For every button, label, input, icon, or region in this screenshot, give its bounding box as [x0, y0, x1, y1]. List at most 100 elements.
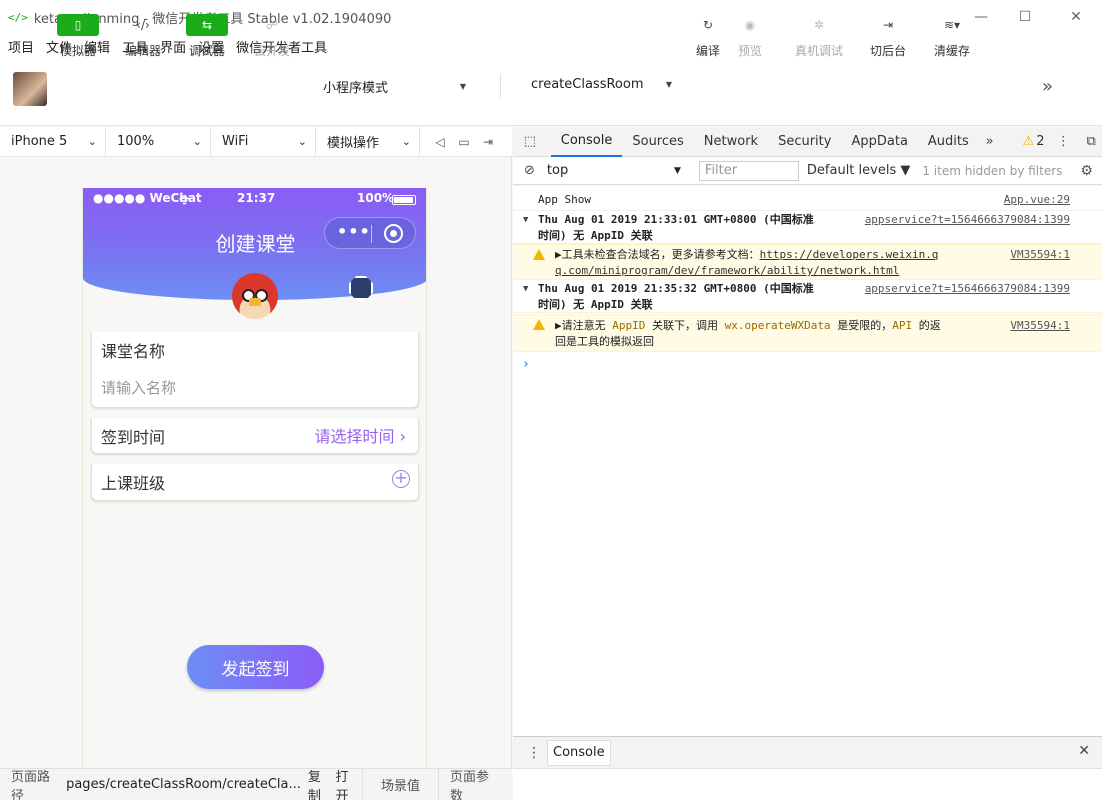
simulator-toggle-button[interactable]: ▯ 模拟器 — [48, 14, 108, 59]
background-label: 切后台 — [869, 44, 906, 58]
start-checkin-button[interactable]: 发起签到 — [187, 645, 324, 689]
operation-value: 模拟操作 — [327, 136, 380, 151]
caret-down-icon: ▼ — [673, 165, 681, 176]
checkin-time-value: 请选择时间 — [314, 427, 395, 446]
toolbar-divider — [500, 74, 501, 98]
warning-triangle-icon — [533, 319, 545, 330]
debugger-toggle-button[interactable]: ⇆ 调试器 — [177, 14, 237, 59]
app-logo-icon: </> — [8, 10, 28, 24]
warning-triangle-icon — [533, 249, 545, 260]
page-path-value: pages/createClassRoom/createCla... — [66, 777, 301, 792]
message-source-link[interactable]: appservice?t=1564666379084:1399 — [865, 281, 1070, 297]
close-drawer-icon[interactable]: ✕ — [1078, 743, 1090, 759]
zoom-select[interactable]: 100% ⌄ — [106, 126, 211, 157]
checkin-time-row[interactable]: 签到时间 请选择时间 › — [91, 418, 419, 454]
tab-console[interactable]: Console — [550, 127, 623, 157]
warning-text: ▶请注意无 AppID 关联下，调用 wx.operateWXData 是受限的… — [555, 318, 941, 350]
background-button[interactable]: ⇥ 切后台 — [858, 14, 918, 59]
console-group[interactable]: ▼ Thu Aug 01 2019 21:35:32 GMT+0800 (中国标… — [513, 281, 1102, 313]
expand-triangle-icon[interactable]: ▼ — [523, 215, 528, 225]
message-source-link[interactable]: VM35594:1 — [1010, 247, 1070, 263]
compile-target-value: createClassRoom — [531, 77, 644, 92]
message-text: App Show — [538, 193, 591, 206]
mode-select[interactable]: 小程序模式 ▼ — [323, 77, 466, 96]
log-levels-select[interactable]: Default levels ▼ — [807, 163, 910, 178]
tab-security[interactable]: Security — [768, 127, 841, 157]
class-name-input[interactable]: 请输入名称 — [101, 377, 176, 398]
close-target-icon[interactable] — [384, 224, 403, 243]
chevron-down-icon: ⌄ — [87, 135, 97, 148]
open-path-button[interactable]: 打开 — [335, 766, 356, 800]
clear-cache-button[interactable]: ≋▾ 清缓存 — [922, 14, 982, 59]
debugger-label: 调试器 — [188, 44, 225, 58]
message-source-link[interactable]: App.vue:29 — [1004, 192, 1070, 208]
operation-select[interactable]: 模拟操作 ⌄ — [316, 126, 420, 157]
swap-icon: ⇆ — [186, 14, 228, 36]
console-filter-input[interactable]: Filter — [698, 160, 799, 181]
compile-label: 编译 — [695, 44, 720, 58]
console-group[interactable]: ▼ Thu Aug 01 2019 21:33:01 GMT+0800 (中国标… — [513, 212, 1102, 244]
remote-debug-button[interactable]: ✲ 真机调试 — [789, 14, 849, 59]
warning-line2: 回是工具的模拟返回 — [555, 335, 654, 348]
clear-console-icon[interactable]: ⊘ — [524, 163, 535, 178]
undock-icon[interactable]: ⧉ — [1080, 127, 1102, 157]
docs-link-continued[interactable]: q.com/miniprogram/dev/framework/ability/… — [555, 264, 899, 277]
drawer-tab-console[interactable]: Console — [547, 739, 611, 766]
tab-audits[interactable]: Audits — [918, 127, 979, 157]
speaker-icon[interactable]: ◁ — [428, 127, 452, 157]
group-title: Thu Aug 01 2019 21:35:32 GMT+0800 (中国标准时… — [538, 281, 814, 313]
chevron-down-icon: ⌄ — [401, 135, 411, 148]
context-select[interactable]: top ▼ — [547, 161, 687, 181]
tab-network[interactable]: Network — [694, 127, 768, 157]
kebab-menu-icon[interactable]: ⋮ — [1052, 127, 1074, 157]
menu-project[interactable]: 项目 — [8, 37, 34, 56]
cloud-dev-button[interactable]: ☍ 云开发 — [242, 14, 302, 59]
scene-value-button[interactable]: 场景值 — [363, 768, 439, 800]
inspect-element-icon[interactable]: ⬚ — [519, 127, 541, 157]
tab-appdata[interactable]: AppData — [841, 127, 917, 157]
more-tabs-icon[interactable]: » — [979, 127, 1001, 157]
group-title-line1: Thu Aug 01 2019 21:35:32 GMT+0800 (中国标准 — [538, 282, 814, 295]
phone-screen: ●●●●● WeChat ᯤ 21:37 100% 创建课堂 ••• 课堂名称 … — [82, 188, 427, 768]
compile-target-select[interactable]: createClassRoom ▼ — [531, 77, 672, 92]
group-title-line1: Thu Aug 01 2019 21:33:01 GMT+0800 (中国标准 — [538, 213, 814, 226]
tab-sources[interactable]: Sources — [622, 127, 693, 157]
docs-link[interactable]: https://developers.weixin.q — [760, 248, 939, 261]
message-source-link[interactable]: appservice?t=1564666379084:1399 — [865, 212, 1070, 228]
warning-counter[interactable]: ⚠ 2 — [1023, 134, 1045, 149]
page-path-bar: 页面路径 pages/createClassRoom/createCla... … — [0, 768, 512, 800]
expand-triangle-icon[interactable]: ▼ — [523, 284, 528, 294]
eye-icon: ◉ — [744, 18, 756, 32]
caret-down-icon: ▼ — [665, 80, 672, 89]
class-group-row[interactable]: 上课班级 + — [91, 464, 419, 501]
checkin-time-picker[interactable]: 请选择时间 › — [314, 423, 406, 447]
close-window-button[interactable]: ✕ — [1053, 0, 1099, 34]
device-select[interactable]: iPhone 5 ⌄ — [0, 126, 106, 157]
detach-icon[interactable]: ⇥ — [476, 127, 500, 157]
caret-down-icon: ▼ — [459, 82, 466, 91]
main-toolbar — [0, 58, 1102, 126]
warning-api: API — [892, 319, 913, 332]
maximize-button[interactable]: ☐ — [1002, 0, 1048, 34]
editor-toggle-button[interactable]: ‹/› 编辑器 — [113, 14, 173, 59]
console-prompt-icon[interactable]: › — [522, 357, 530, 372]
network-select[interactable]: WiFi ⌄ — [211, 126, 316, 157]
add-class-icon[interactable]: + — [392, 470, 410, 488]
page-path-section: 页面路径 pages/createClassRoom/createCla... … — [0, 766, 363, 800]
chevron-right-icon: › — [399, 427, 406, 446]
bug-icon: ✲ — [813, 18, 825, 32]
copy-path-button[interactable]: 复制 — [308, 766, 329, 800]
message-source-link[interactable]: VM35594:1 — [1010, 318, 1070, 334]
drawer-menu-icon[interactable]: ⋮ — [527, 745, 541, 761]
warning-api-name: wx.operateWXData — [724, 319, 831, 332]
avatar-beak — [249, 298, 261, 306]
console-settings-gear-icon[interactable]: ⚙ — [1080, 163, 1093, 179]
preview-button[interactable]: ◉ 预览 — [720, 14, 780, 59]
user-avatar[interactable] — [13, 72, 47, 106]
page-params-button[interactable]: 页面参数 — [439, 769, 512, 800]
class-name-card: 课堂名称 请输入名称 — [91, 332, 419, 408]
more-tools-icon[interactable]: » — [1042, 76, 1053, 97]
more-dots-icon[interactable]: ••• — [337, 222, 371, 241]
window-icon[interactable]: ▭ — [452, 127, 476, 157]
remote-debug-label: 真机调试 — [794, 44, 843, 58]
